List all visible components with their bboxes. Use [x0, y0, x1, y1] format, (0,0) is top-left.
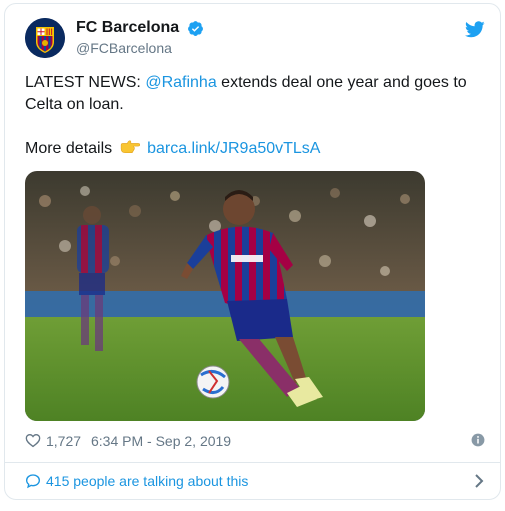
talking-label[interactable]: 415 people are talking about this — [46, 473, 248, 489]
avatar[interactable] — [25, 18, 65, 58]
tweet-prefix: LATEST NEWS: — [25, 74, 146, 91]
details-link[interactable]: barca.link/JR9a50vTLsA — [147, 140, 320, 157]
pointing-hand-emoji-icon — [120, 140, 140, 154]
mention-link[interactable]: @Rafinha — [145, 74, 216, 91]
heart-icon[interactable] — [25, 432, 41, 448]
tweet-line1-rest: extends deal one year and goes to — [216, 74, 467, 91]
conversation-link[interactable]: 415 people are talking about this — [25, 470, 485, 492]
chevron-right-icon[interactable] — [473, 473, 485, 489]
tweet-photo[interactable] — [25, 171, 425, 421]
club-crest-icon — [25, 18, 65, 58]
account-handle[interactable]: @FCBarcelona — [76, 40, 204, 56]
chat-bubble-icon — [25, 474, 41, 489]
tweet-meta: 1,727 6:34 PM - Sep 2, 2019 — [25, 431, 485, 451]
account-names: FC Barcelona @FCBarcelona — [76, 19, 204, 56]
like-count[interactable]: 1,727 — [46, 433, 81, 449]
tweet-line-2: Celta on loan. — [25, 96, 124, 113]
divider — [5, 462, 500, 463]
tweet-header: FC Barcelona @FCBarcelona — [25, 18, 485, 62]
verified-badge-icon — [187, 20, 203, 36]
info-icon[interactable] — [471, 433, 485, 447]
twitter-bird-icon[interactable] — [465, 21, 485, 38]
tweet-text: LATEST NEWS: @Rafinha extends deal one y… — [25, 72, 475, 160]
tweet-timestamp[interactable]: 6:34 PM - Sep 2, 2019 — [91, 433, 231, 449]
tweet-card: FC Barcelona @FCBarcelona LATEST NEWS: @… — [4, 3, 501, 500]
photo-footballer-image — [25, 171, 425, 421]
tweet-line-1: LATEST NEWS: @Rafinha extends deal one y… — [25, 72, 475, 94]
details-label: More details — [25, 140, 113, 157]
display-name[interactable]: FC Barcelona — [76, 19, 179, 37]
tweet-details-line: More details barca.link/JR9a50vTLsA — [25, 138, 475, 160]
